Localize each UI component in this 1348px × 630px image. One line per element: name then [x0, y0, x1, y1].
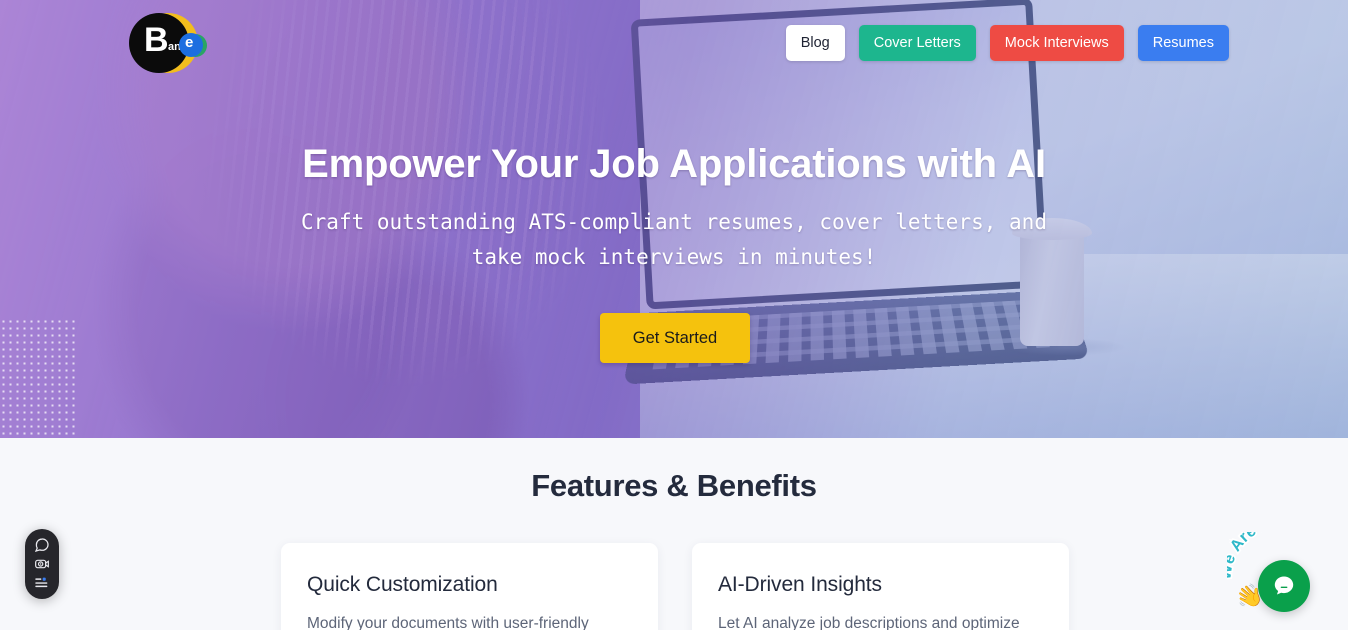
nav-item-resumes[interactable]: Resumes: [1137, 25, 1229, 61]
feature-card-quick-customization[interactable]: Quick Customization Modify your document…: [281, 543, 658, 630]
nav-item-mock-interviews[interactable]: Mock Interviews: [989, 25, 1124, 61]
feature-card-body: Let AI analyze job descriptions and opti…: [718, 615, 1020, 630]
list-settings-icon[interactable]: [34, 575, 50, 591]
accessibility-widget[interactable]: [25, 529, 59, 599]
get-started-button[interactable]: Get Started: [600, 313, 750, 363]
logo-letter-b: B: [144, 21, 169, 59]
feature-card-body: Modify your documents with user-friendly: [307, 615, 589, 630]
hero-subtitle: Craft outstanding ATS-compliant resumes,…: [0, 205, 1348, 275]
feature-card-title: AI-Driven Insights: [718, 573, 882, 596]
hero-dot-pattern-decoration: [0, 318, 78, 438]
hero-subtitle-line-1: Craft outstanding ATS-compliant resumes,…: [301, 210, 1047, 234]
camera-icon[interactable]: [34, 556, 50, 572]
nav-item-blog[interactable]: Blog: [785, 25, 845, 61]
hero-title: Empower Your Job Applications with AI: [302, 142, 1046, 186]
nav-item-cover-letters[interactable]: Cover Letters: [858, 25, 976, 61]
features-heading: Features & Benefits: [531, 468, 817, 503]
features-section: Features & Benefits Quick Customization …: [0, 438, 1348, 630]
hero-copy: Empower Your Job Applications with AI Cr…: [0, 142, 1348, 275]
chat-widget: We Are Here! 👋: [1216, 511, 1310, 613]
chat-bubble-icon[interactable]: [34, 537, 50, 553]
feature-card-title: Quick Customization: [307, 573, 498, 596]
hero-section: B ang e Blog Cover Letters Mock Intervie…: [0, 0, 1348, 438]
logo-letter-e: e: [185, 34, 194, 51]
feature-card-ai-driven-insights[interactable]: AI-Driven Insights Let AI analyze job de…: [692, 543, 1069, 630]
site-logo[interactable]: B ang e: [124, 9, 207, 77]
feature-card-list: Quick Customization Modify your document…: [281, 543, 1069, 630]
hero-subtitle-line-2: take mock interviews in minutes!: [471, 245, 877, 269]
chat-bubble-filled-icon: [1274, 576, 1294, 595]
main-navigation: Blog Cover Letters Mock Interviews Resum…: [785, 25, 1229, 61]
